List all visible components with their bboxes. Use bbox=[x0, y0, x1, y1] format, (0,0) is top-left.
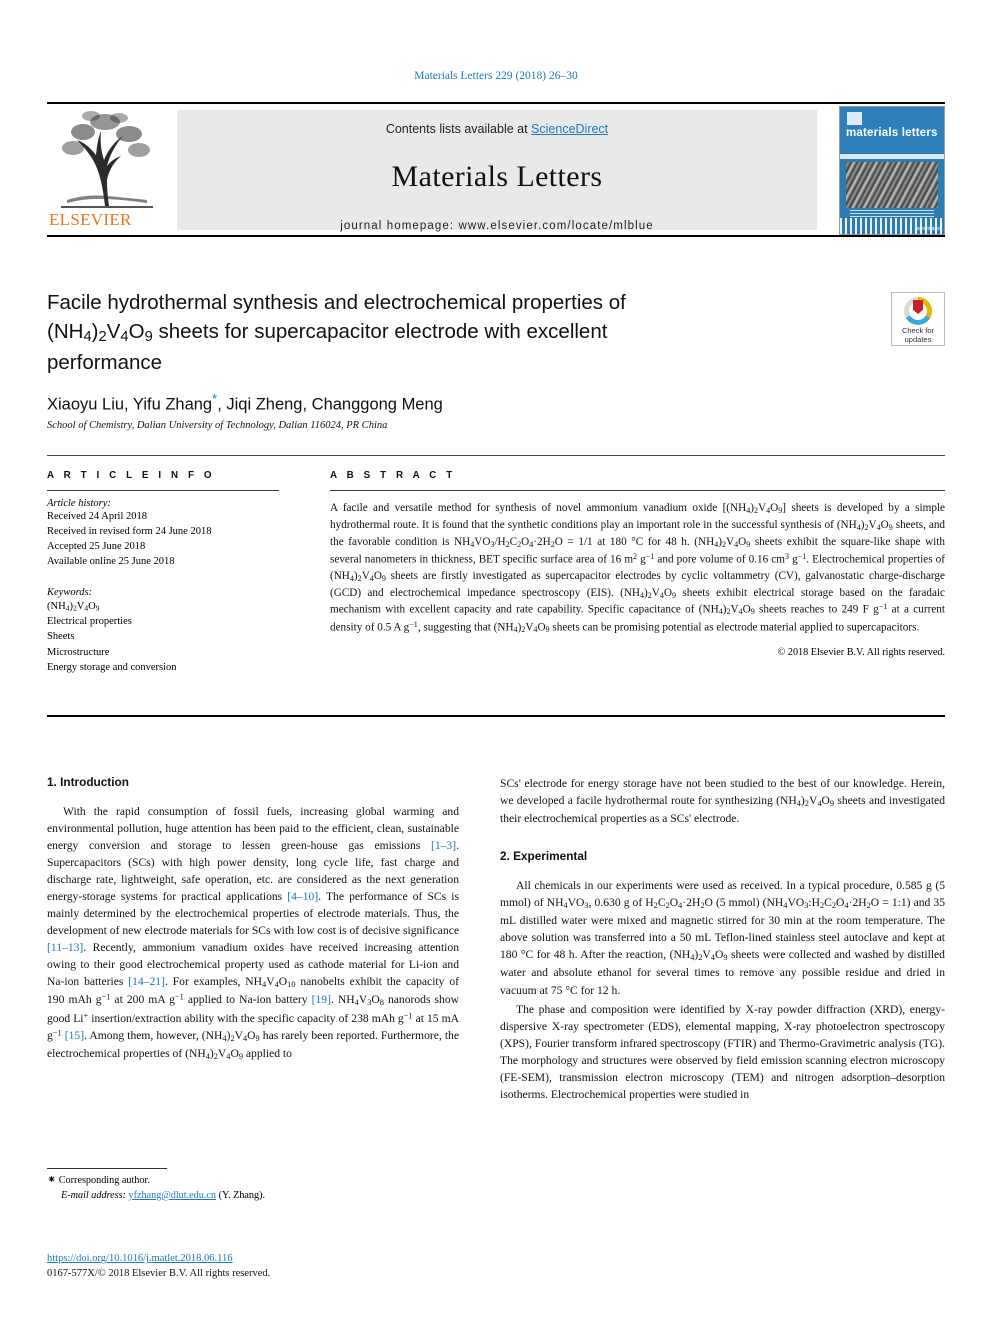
email-link[interactable]: yfzhang@dlut.edu.cn bbox=[129, 1190, 216, 1201]
history-item: Accepted 25 June 2018 bbox=[47, 540, 146, 552]
info-bottom-rule bbox=[47, 715, 945, 717]
author-list: Xiaoyu Liu, Yifu Zhang*, Jiqi Zheng, Cha… bbox=[47, 391, 807, 415]
doi-link[interactable]: https://doi.org/10.1016/j.matlet.2018.06… bbox=[47, 1253, 233, 1264]
cover-stripe bbox=[840, 154, 944, 159]
article-history-label: Article history: bbox=[47, 498, 111, 509]
title-block: Facile hydrothermal synthesis and electr… bbox=[47, 288, 807, 431]
journal-homepage[interactable]: journal homepage: www.elsevier.com/locat… bbox=[177, 220, 817, 232]
body-left-column: 1. Introduction With the rapid consumpti… bbox=[47, 775, 459, 1063]
elsevier-wordmark: ELSEVIER bbox=[49, 210, 132, 229]
crossmark-label-line2: updates bbox=[904, 334, 932, 344]
keywords-label: Keywords: bbox=[47, 586, 93, 598]
corresponding-author-note: ⁕ Corresponding author. bbox=[47, 1173, 459, 1189]
doi-block: https://doi.org/10.1016/j.matlet.2018.06… bbox=[47, 1248, 467, 1281]
keyword-item: Sheets bbox=[47, 631, 75, 643]
article-info-heading: A R T I C L E I N F O bbox=[47, 470, 216, 481]
footnote-rule bbox=[47, 1168, 167, 1169]
email-note: E-mail address: yfzhang@dlut.edu.cn (Y. … bbox=[47, 1189, 459, 1204]
keywords-block: Keywords: (NH4)2V4O9 Electrical properti… bbox=[47, 587, 292, 675]
history-item: Received 24 April 2018 bbox=[47, 511, 148, 522]
keyword-item: (NH4)2V4O9 bbox=[47, 600, 100, 613]
abstract-body: A facile and versatile method for synthe… bbox=[330, 502, 946, 634]
body-right-column: SCs' electrode for energy storage have n… bbox=[500, 775, 945, 1103]
corresponding-author-star: ⁕ bbox=[47, 1174, 57, 1186]
keyword-item: Microstructure bbox=[47, 646, 110, 658]
title-line-3: performance bbox=[47, 351, 163, 375]
article-history-list: Received 24 April 2018 Received in revis… bbox=[47, 510, 292, 570]
journal-masthead: ELSEVIER Contents lists available at Sci… bbox=[47, 102, 945, 237]
crossmark-shield-icon bbox=[913, 300, 923, 314]
introduction-continued-paragraph: SCs' electrode for energy storage have n… bbox=[500, 777, 945, 826]
title-line-1: Facile hydrothermal synthesis and electr… bbox=[47, 291, 626, 314]
cover-title: materials letters bbox=[846, 127, 938, 139]
email-label: E-mail address: bbox=[61, 1189, 126, 1201]
history-item: Available online 25 June 2018 bbox=[47, 555, 175, 567]
page-title: Facile hydrothermal synthesis and electr… bbox=[47, 288, 807, 377]
cover-footer-label: nanoimage bbox=[915, 225, 940, 232]
email-suffix: (Y. Zhang). bbox=[218, 1189, 266, 1201]
keyword-item: Electrical properties bbox=[47, 616, 132, 628]
journal-title: Materials Letters bbox=[391, 160, 603, 193]
crossmark-ring-icon bbox=[904, 297, 932, 325]
section-heading-experimental: 2. Experimental bbox=[500, 849, 588, 864]
article-info-column: A R T I C L E I N F O Article history: R… bbox=[47, 470, 292, 675]
contents-line: Contents lists available at ScienceDirec… bbox=[177, 122, 817, 136]
author-names-tail: , Jiqi Zheng, Changgong Meng bbox=[217, 395, 443, 414]
running-head: Materials Letters 229 (2018) 26–30 bbox=[414, 70, 578, 82]
journal-cover-thumbnail: materials letters nanoimage bbox=[839, 106, 945, 235]
contents-prefix: Contents lists available at bbox=[385, 122, 532, 136]
abstract-column: A B S T R A C T A facile and versatile m… bbox=[330, 470, 945, 658]
elsevier-logo: ELSEVIER bbox=[47, 108, 169, 232]
corresponding-author-text: Corresponding author. bbox=[58, 1175, 150, 1186]
title-line-2: (NH4)2V4O9 sheets for supercapacitor ele… bbox=[47, 320, 608, 346]
article-info-rule bbox=[47, 490, 279, 491]
introduction-paragraph: With the rapid consumption of fossil fue… bbox=[47, 805, 460, 1061]
issn-copyright-line: 0167-577X/© 2018 Elsevier B.V. All right… bbox=[47, 1268, 271, 1280]
keyword-item: Energy storage and conversion bbox=[47, 661, 177, 673]
footnote-block: ⁕ Corresponding author. E-mail address: … bbox=[47, 1168, 459, 1204]
abstract-heading: A B S T R A C T bbox=[330, 470, 456, 481]
paper-page: Materials Letters 229 (2018) 26–30 ELSEV… bbox=[0, 0, 992, 1323]
crossmark-badge[interactable]: Check for updates bbox=[891, 292, 945, 346]
section-heading-introduction: 1. Introduction bbox=[47, 775, 129, 789]
experimental-paragraph-2: The phase and composition were identifie… bbox=[500, 1002, 945, 1101]
experimental-paragraph-1: All chemicals in our experiments were us… bbox=[500, 879, 946, 997]
cover-micrograph-image bbox=[846, 162, 938, 208]
affiliation: School of Chemistry, Dalian University o… bbox=[47, 419, 388, 431]
author-names: Xiaoyu Liu, Yifu Zhang bbox=[47, 395, 213, 414]
journal-banner: Contents lists available at ScienceDirec… bbox=[177, 110, 817, 232]
abstract-copyright: © 2018 Elsevier B.V. All rights reserved… bbox=[777, 646, 945, 658]
crossmark-label: Check for updates bbox=[892, 326, 944, 344]
abstract-rule bbox=[330, 490, 945, 491]
info-top-rule bbox=[47, 455, 945, 456]
history-item: Received in revised form 24 June 2018 bbox=[47, 525, 212, 537]
sciencedirect-link[interactable]: ScienceDirect bbox=[531, 122, 608, 136]
cover-elsevier-mark-icon bbox=[847, 112, 862, 125]
